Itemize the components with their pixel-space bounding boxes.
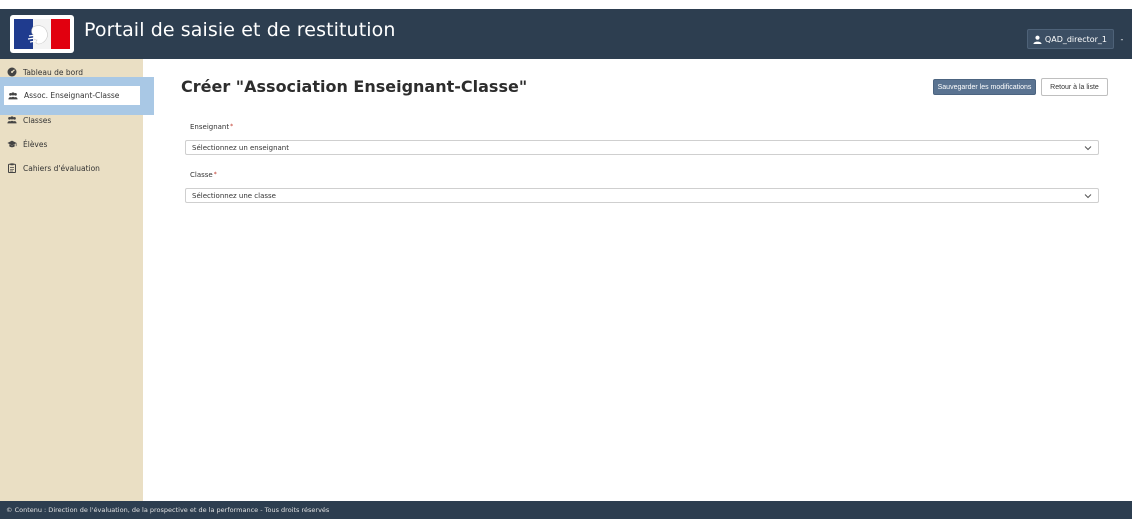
save-button[interactable]: Sauvegarder les modifications xyxy=(933,79,1036,95)
user-menu-caret[interactable]: - xyxy=(1116,29,1128,49)
user-menu-button[interactable]: QAD_director_1 xyxy=(1026,29,1114,49)
sidebar-item-cahiers-evaluation[interactable]: Cahiers d'évaluation xyxy=(0,159,143,177)
users-icon xyxy=(8,91,18,99)
sidebar-item-label: Classes xyxy=(23,115,52,125)
sidebar-item-eleves[interactable]: Élèves xyxy=(0,135,143,153)
footer-text: © Contenu : Direction de l'évaluation, d… xyxy=(6,506,330,514)
top-header: Portail de saisie et de restitution QAD_… xyxy=(0,9,1132,59)
sidebar-item-label: Cahiers d'évaluation xyxy=(23,163,100,173)
classe-select[interactable]: Sélectionnez une classe xyxy=(185,188,1099,203)
footer: © Contenu : Direction de l'évaluation, d… xyxy=(0,501,1132,519)
graduation-cap-icon xyxy=(7,140,17,148)
enseignant-label: Enseignant* xyxy=(190,123,234,131)
chevron-down-icon xyxy=(1084,146,1092,151)
sidebar-item-label: Tableau de bord xyxy=(23,67,83,77)
sidebar-item-label: Assoc. Enseignant-Classe xyxy=(24,91,120,100)
back-to-list-button[interactable]: Retour à la liste xyxy=(1041,78,1108,96)
republique-francaise-logo[interactable] xyxy=(10,15,74,53)
users-icon xyxy=(7,116,17,124)
enseignant-select-placeholder: Sélectionnez un enseignant xyxy=(192,143,289,152)
page-title: Créer "Association Enseignant-Classe" xyxy=(181,77,528,96)
dashboard-icon xyxy=(7,67,17,77)
user-name: QAD_director_1 xyxy=(1044,34,1107,44)
required-mark: * xyxy=(213,171,217,178)
clipboard-icon xyxy=(8,163,16,173)
app-title: Portail de saisie et de restitution xyxy=(84,19,396,41)
chevron-down-icon xyxy=(1084,194,1092,199)
required-mark: * xyxy=(230,123,234,130)
user-icon xyxy=(1033,35,1042,44)
sidebar-item-label: Élèves xyxy=(23,139,48,149)
sidebar-item-classes[interactable]: Classes xyxy=(0,111,143,129)
sidebar-item-assoc-enseignant-classe[interactable]: Assoc. Enseignant-Classe xyxy=(0,77,154,115)
enseignant-select[interactable]: Sélectionnez un enseignant xyxy=(185,140,1099,155)
classe-select-placeholder: Sélectionnez une classe xyxy=(192,191,276,200)
classe-label: Classe* xyxy=(190,171,217,179)
